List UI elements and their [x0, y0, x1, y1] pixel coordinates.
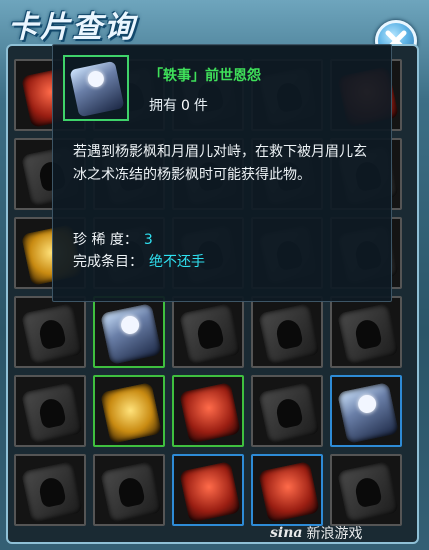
rarity-row: 珍 稀 度： 3 — [73, 229, 153, 249]
sina-logo: sina — [270, 525, 303, 541]
card-slot[interactable] — [251, 454, 323, 526]
panel-title: 卡片查询 — [8, 10, 136, 45]
card-thumbnail — [63, 55, 129, 121]
card-slot[interactable] — [14, 454, 86, 526]
card-art — [21, 382, 83, 444]
sina-watermark: sina 新浪游戏 — [270, 521, 362, 545]
watermark-text: 新浪游戏 — [306, 526, 363, 542]
owned-label: 拥有 — [149, 98, 177, 114]
card-slot[interactable] — [172, 454, 244, 526]
card-art — [21, 303, 83, 365]
card-art — [258, 382, 320, 444]
card-name: 「轶事」前世恩怨 — [149, 68, 261, 84]
card-slot[interactable] — [330, 375, 402, 447]
card-art — [258, 461, 320, 523]
owned-count: 0 — [181, 98, 190, 114]
card-slot[interactable] — [330, 296, 402, 368]
card-art — [100, 382, 162, 444]
card-slot[interactable] — [93, 375, 165, 447]
card-slot[interactable] — [251, 375, 323, 447]
card-art — [258, 303, 320, 365]
card-query-panel: 卡片查询 「轶事」前世恩怨 拥有 0 件 若遇到杨影枫和月眉儿对峙，在救下被月眉儿玄… — [0, 0, 429, 550]
rarity-label: 珍 稀 度： — [73, 232, 138, 248]
card-art — [21, 461, 83, 523]
card-slot[interactable] — [172, 296, 244, 368]
card-description: 若遇到杨影枫和月眉儿对峙，在救下被月眉儿玄冰之术冻结的杨影枫时可能获得此物。 — [73, 144, 367, 183]
card-slot[interactable] — [172, 375, 244, 447]
card-art — [179, 461, 241, 523]
card-art — [179, 303, 241, 365]
condition-label: 完成条目： — [73, 254, 143, 270]
owned-count-line: 拥有 0 件 — [149, 95, 208, 115]
owned-unit: 件 — [193, 98, 208, 114]
card-slot[interactable] — [93, 296, 165, 368]
card-slot[interactable] — [330, 454, 402, 526]
card-art — [337, 303, 399, 365]
card-tooltip: 「轶事」前世恩怨 拥有 0 件 若遇到杨影枫和月眉儿对峙，在救下被月眉儿玄冰之术冻结… — [52, 44, 392, 302]
card-slot[interactable] — [14, 296, 86, 368]
condition-value: 绝不还手 — [149, 254, 205, 270]
card-art — [100, 461, 162, 523]
card-slot[interactable] — [251, 296, 323, 368]
card-slot[interactable] — [93, 454, 165, 526]
card-slot[interactable] — [14, 375, 86, 447]
card-art — [337, 461, 399, 523]
card-art — [337, 382, 399, 444]
card-art — [179, 382, 241, 444]
rarity-value: 3 — [143, 232, 153, 248]
condition-row: 完成条目： 绝不还手 — [73, 251, 205, 271]
card-art — [100, 303, 162, 365]
